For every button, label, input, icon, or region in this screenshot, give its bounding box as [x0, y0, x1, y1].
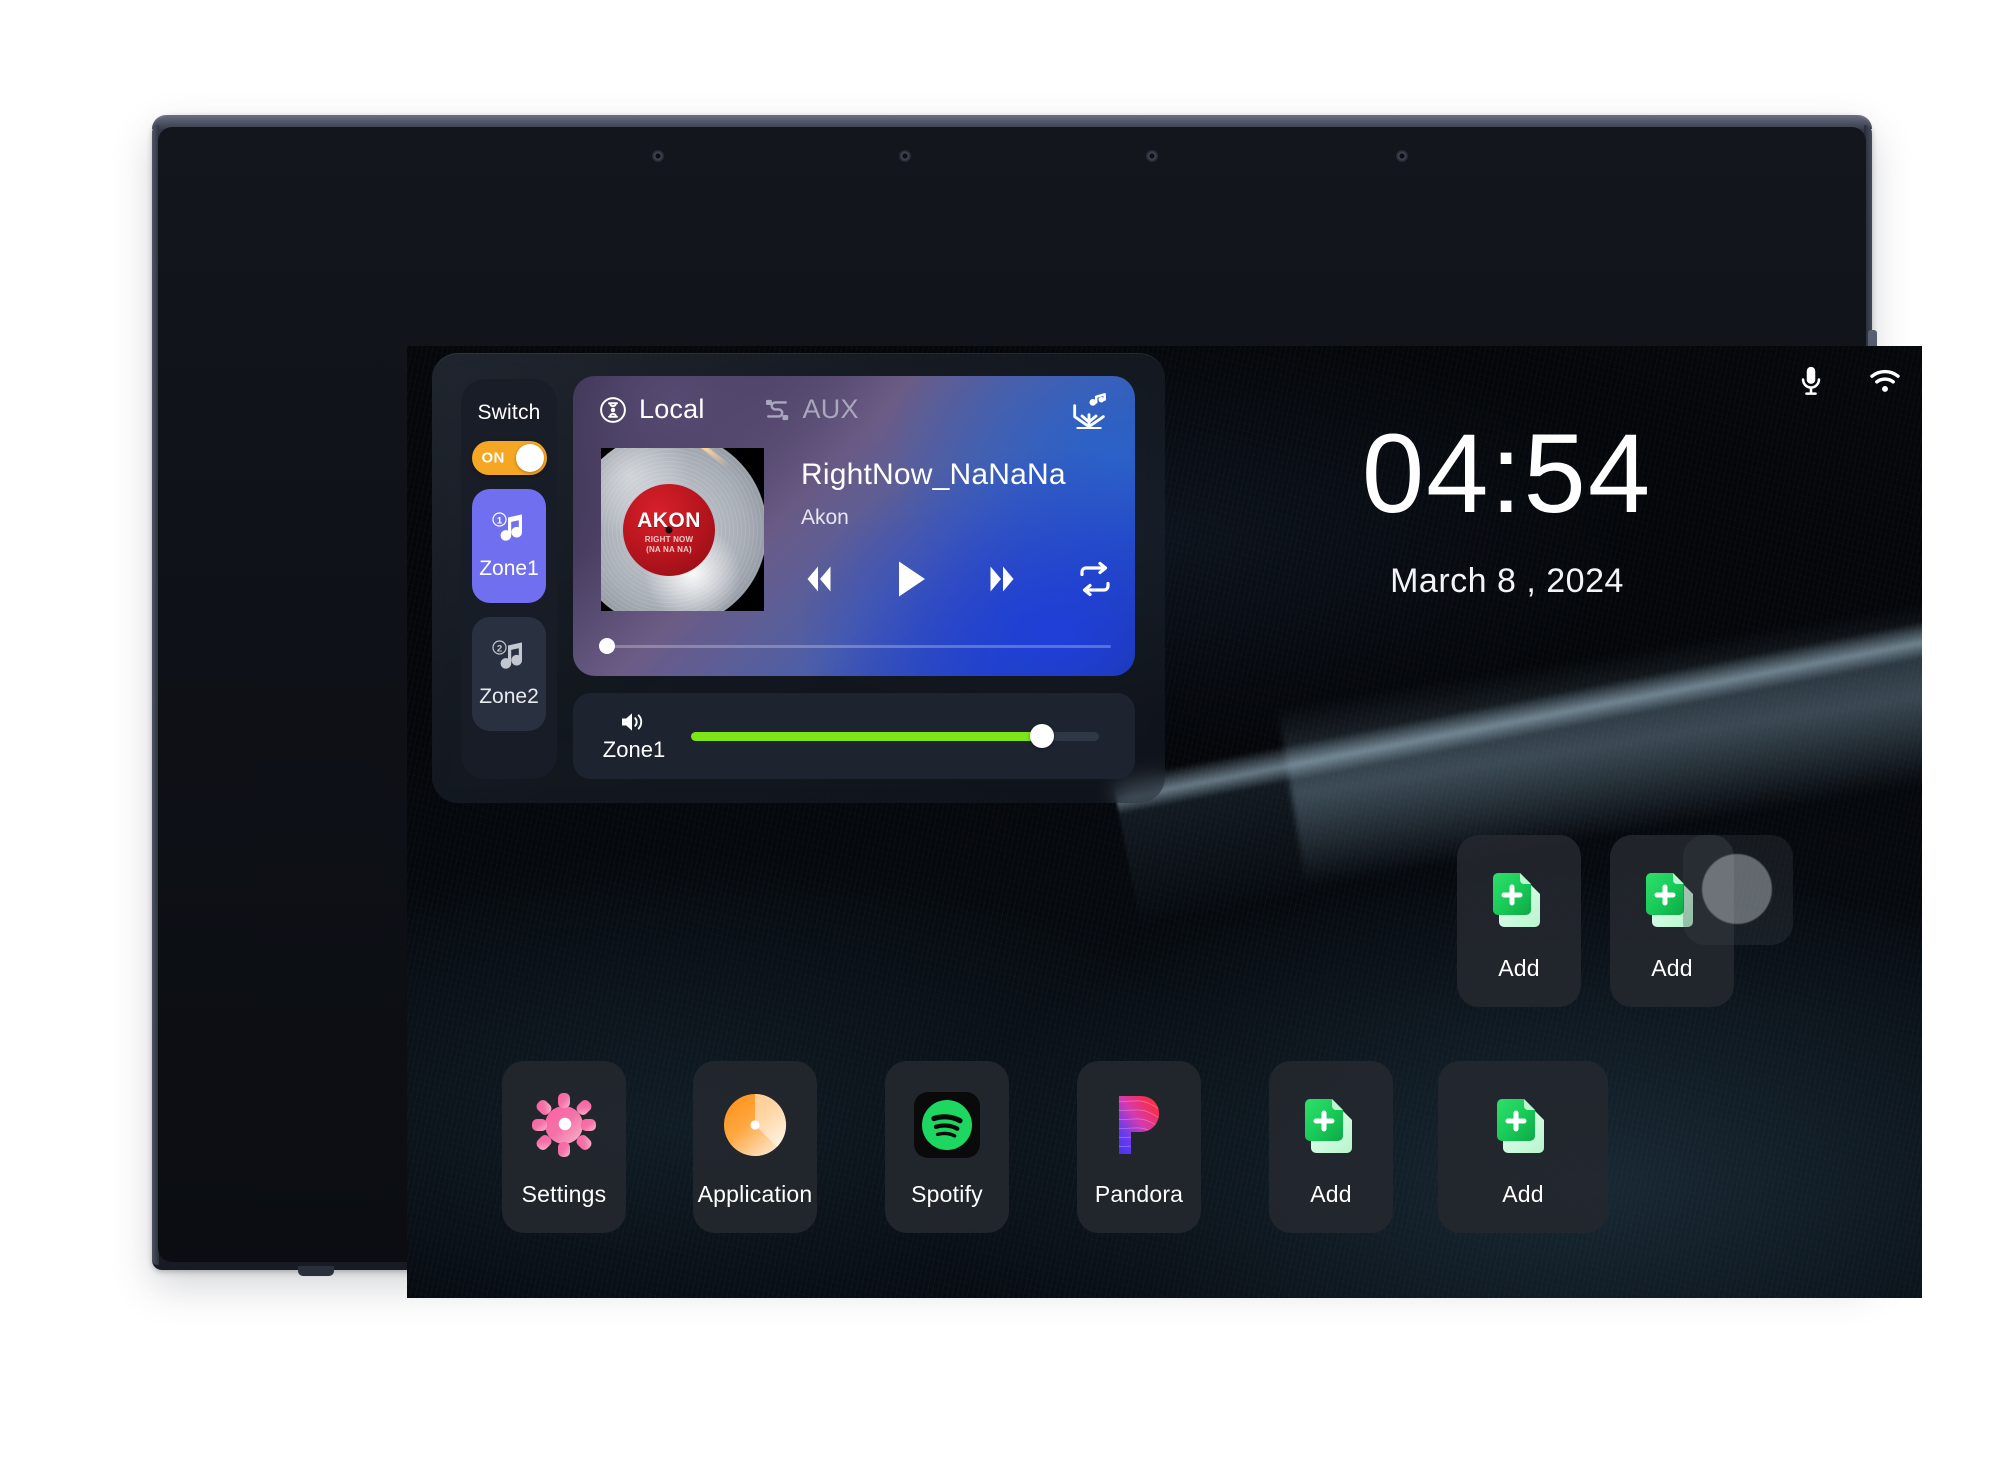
app-tile-pandora[interactable]: Pandora: [1077, 1061, 1201, 1233]
now-playing-card: Local AUX AKON RIGHT NOW (NA NA NA) Righ…: [573, 376, 1135, 676]
microphone-icon[interactable]: [1794, 364, 1828, 398]
app-tile-add[interactable]: Add: [1457, 835, 1581, 1007]
app-tile-spotify[interactable]: Spotify: [885, 1061, 1009, 1233]
switch-knob: [515, 444, 544, 472]
album-art: AKON RIGHT NOW (NA NA NA): [601, 448, 764, 611]
power-switch-toggle[interactable]: ON: [471, 441, 547, 475]
tablet-device-frame: 04:54 March 8 , 2024 Switch ON 1 Zone1 2…: [152, 115, 1922, 1298]
spotify-icon: [909, 1087, 985, 1163]
app-tile-label: Pandora: [1094, 1180, 1184, 1207]
add-to-playlist-icon[interactable]: [1069, 392, 1109, 432]
switch-label: Switch: [477, 401, 541, 424]
switch-state-label: ON: [481, 449, 505, 467]
volume-fill: [691, 731, 1042, 741]
add-app-icon: [1485, 1087, 1561, 1163]
screenshot-root: 04:54 March 8 , 2024 Switch ON 1 Zone1 2…: [0, 0, 2000, 1469]
audio-player-panel: Switch ON 1 Zone1 2 Zone2 Local AUX AKON…: [432, 353, 1165, 803]
app-tile-add[interactable]: Add: [1269, 1061, 1393, 1233]
wifi-icon[interactable]: [1868, 364, 1902, 398]
track-artist: Akon: [801, 506, 849, 529]
speaker-icon: [620, 710, 648, 734]
app-tile-label: Add: [1310, 1180, 1352, 1207]
repeat-button[interactable]: [1075, 561, 1115, 602]
now-playing-metadata: RightNow_NaNaNa Akon: [801, 458, 1111, 530]
zone-label: Zone1: [479, 557, 539, 580]
app-tile-label: Add: [1498, 954, 1540, 981]
track-progress-track: [607, 644, 1111, 648]
volume-zone-label: Zone1: [602, 736, 666, 762]
vinyl-spindle-hole: [665, 526, 673, 534]
next-button[interactable]: [978, 562, 1026, 601]
svg-text:2: 2: [497, 643, 502, 654]
app-tile-label: Add: [1502, 1180, 1544, 1207]
bezel-screw: [1146, 150, 1158, 162]
application-icon: [717, 1087, 793, 1163]
app-tile-application[interactable]: Application: [693, 1061, 817, 1233]
source-tab-local[interactable]: Local: [599, 394, 705, 425]
app-tile-label: Application: [697, 1180, 813, 1207]
album-art-subtitle: RIGHT NOW (NA NA NA): [644, 534, 694, 554]
status-bar: [1794, 354, 1902, 408]
vinyl-record: AKON RIGHT NOW (NA NA NA): [601, 448, 764, 611]
zone-button-zone1[interactable]: 1 Zone1: [472, 489, 546, 603]
local-source-icon: [599, 396, 627, 424]
add-app-icon: [1481, 861, 1557, 937]
volume-slider[interactable]: [691, 724, 1099, 748]
track-progress-knob[interactable]: [599, 638, 615, 654]
touchscreen-display: 04:54 March 8 , 2024 Switch ON 1 Zone1 2…: [407, 346, 1922, 1298]
volume-card: Zone1: [573, 693, 1135, 779]
app-tile-label: Spotify: [911, 1180, 983, 1207]
add-app-icon: [1293, 1087, 1369, 1163]
track-title: RightNow_NaNaNa: [801, 458, 1066, 491]
clock-time: 04:54: [1361, 411, 1653, 536]
bezel-screw: [899, 150, 911, 162]
track-progress-slider[interactable]: [599, 638, 1111, 654]
previous-button[interactable]: [795, 562, 843, 601]
svg-text:1: 1: [497, 515, 503, 526]
clock-widget: 04:54 March 8 , 2024: [1227, 418, 1787, 601]
source-tabs: Local AUX: [599, 394, 859, 425]
music-note-icon: 2: [488, 639, 530, 677]
bezel-screw: [1396, 150, 1408, 162]
zone-button-zone2[interactable]: 2 Zone2: [472, 617, 546, 731]
pandora-icon: [1101, 1087, 1177, 1163]
volume-zone-info: Zone1: [573, 710, 691, 763]
music-note-icon: 1: [488, 511, 530, 549]
volume-knob[interactable]: [1029, 724, 1054, 748]
source-tab-label: Local: [639, 394, 705, 424]
vinyl-light-streak: [665, 448, 731, 469]
device-bottom-nub: [298, 1266, 334, 1276]
zone-rail: Switch ON 1 Zone1 2 Zone2: [461, 379, 557, 779]
source-tab-label: AUX: [802, 394, 859, 424]
play-button[interactable]: [892, 558, 930, 605]
app-tile-settings[interactable]: Settings: [502, 1061, 626, 1233]
app-tile-add[interactable]: Add: [1438, 1061, 1608, 1233]
bezel-screw: [652, 150, 664, 162]
gear-icon: [526, 1087, 602, 1163]
transport-controls: [795, 558, 1115, 605]
aux-cable-icon: [763, 396, 791, 424]
next-page-indicator[interactable]: [1702, 854, 1772, 924]
source-tab-aux[interactable]: AUX: [763, 394, 859, 425]
zone-label: Zone2: [479, 685, 539, 708]
app-tile-label: Settings: [521, 1180, 607, 1207]
clock-date: March 8 , 2024: [1390, 562, 1624, 600]
app-tile-label: Add: [1651, 954, 1693, 981]
